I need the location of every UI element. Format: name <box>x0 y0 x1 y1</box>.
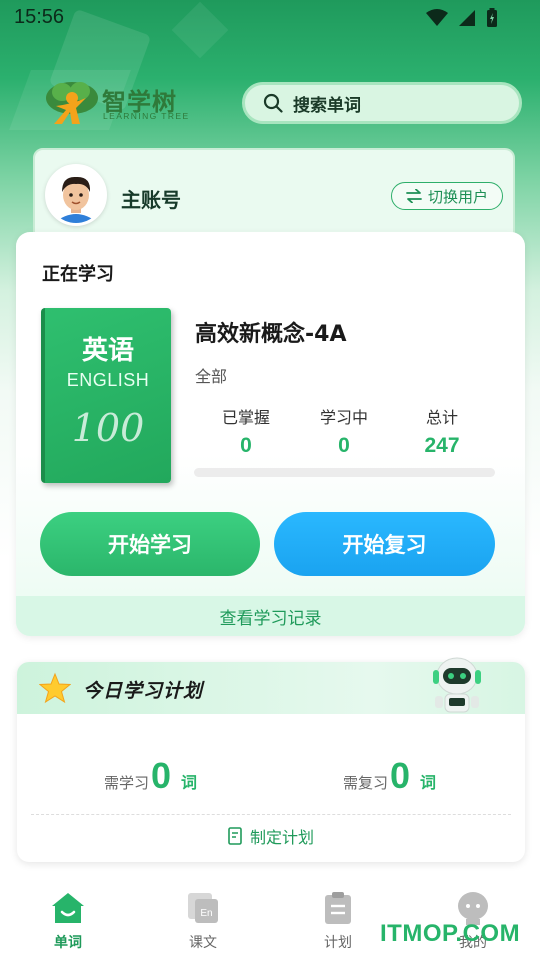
plan-learn-stat: 需学习 0 词 <box>104 758 197 794</box>
swap-arrows-icon <box>406 189 422 203</box>
plan-review-count: 0 <box>390 755 411 796</box>
battery-icon <box>487 8 497 27</box>
stat-value: 247 <box>424 434 460 457</box>
switch-user-button[interactable]: 切换用户 <box>390 182 503 210</box>
stat-total: 总计 247 <box>397 404 487 458</box>
plan-learn-unit: 词 <box>181 773 198 792</box>
svg-text:En: En <box>200 908 212 919</box>
nav-item-words[interactable]: 单词 <box>23 888 113 952</box>
stat-learning: 学习中 0 <box>299 404 389 458</box>
stat-label: 总计 <box>425 408 458 427</box>
plan-learn-count: 0 <box>151 755 172 796</box>
document-edit-icon <box>228 827 242 845</box>
star-icon <box>39 672 71 704</box>
search-icon <box>263 93 283 113</box>
book-cover-subject: 英语 <box>81 336 134 366</box>
status-bar: 15:56 <box>0 0 540 36</box>
search-placeholder: 搜索单词 <box>293 95 361 116</box>
section-title: 正在学习 <box>42 264 114 285</box>
daily-plan-card: 今日学习计划 需学习 0 词 需复习 0 词 制定计划 <box>17 657 525 862</box>
stat-mastered: 已掌握 0 <box>201 404 291 458</box>
view-records-link[interactable]: 查看学习记录 <box>16 596 525 636</box>
account-name: 主账号 <box>121 188 181 212</box>
nav-item-plan[interactable]: 计划 <box>293 888 383 952</box>
study-progress-bar <box>194 468 495 477</box>
make-plan-label: 制定计划 <box>249 828 314 847</box>
plan-review-label: 需复习 <box>343 774 389 792</box>
stat-value: 0 <box>338 434 350 457</box>
avatar-image <box>48 167 104 223</box>
nav-item-text[interactable]: En 课文 <box>158 888 248 952</box>
stat-value: 0 <box>240 434 252 457</box>
switch-user-label: 切换用户 <box>427 187 488 206</box>
plan-review-stat: 需复习 0 词 <box>343 758 436 794</box>
nav-label: 课文 <box>189 935 217 951</box>
tree-logo-icon <box>46 82 98 124</box>
wifi-icon <box>426 9 448 26</box>
nav-label: 单词 <box>54 935 82 951</box>
app-logo: 智学树 LEARNING TREE <box>42 80 202 128</box>
start-review-button[interactable]: 开始复习 <box>274 512 495 576</box>
make-plan-button[interactable]: 制定计划 <box>17 824 525 848</box>
plan-title: 今日学习计划 <box>83 680 204 702</box>
home-icon <box>52 893 84 923</box>
stat-label: 学习中 <box>319 408 368 427</box>
book-cover-badge: 100 <box>71 406 145 450</box>
clipboard-icon <box>325 892 351 924</box>
plan-divider <box>31 814 511 815</box>
plan-learn-label: 需学习 <box>104 774 150 792</box>
status-time: 15:56 <box>14 6 65 28</box>
watermark: ITMOP.COM <box>380 920 521 947</box>
logo-subtitle: LEARNING TREE <box>103 111 190 121</box>
plan-review-unit: 词 <box>420 773 437 792</box>
stat-label: 已掌握 <box>221 408 270 427</box>
avatar[interactable] <box>45 164 107 226</box>
cellular-signal-icon <box>459 10 475 26</box>
book-title: 高效新概念-4A <box>195 322 347 347</box>
book-cover-subject-en: ENGLISH <box>66 370 150 390</box>
book-filter[interactable]: 全部 <box>195 363 227 387</box>
text-en-icon: En <box>188 893 218 923</box>
book-cover[interactable]: 英语 ENGLISH 100 <box>41 308 171 483</box>
nav-label: 计划 <box>324 935 352 951</box>
status-icons <box>426 8 498 28</box>
robot-mascot-icon <box>433 657 481 713</box>
start-learn-button[interactable]: 开始学习 <box>40 512 260 576</box>
search-bar[interactable]: 搜索单词 <box>242 82 522 124</box>
current-study-card: 正在学习 英语 ENGLISH 100 高效新概念-4A 全部 已掌握 0 学习… <box>16 232 525 636</box>
